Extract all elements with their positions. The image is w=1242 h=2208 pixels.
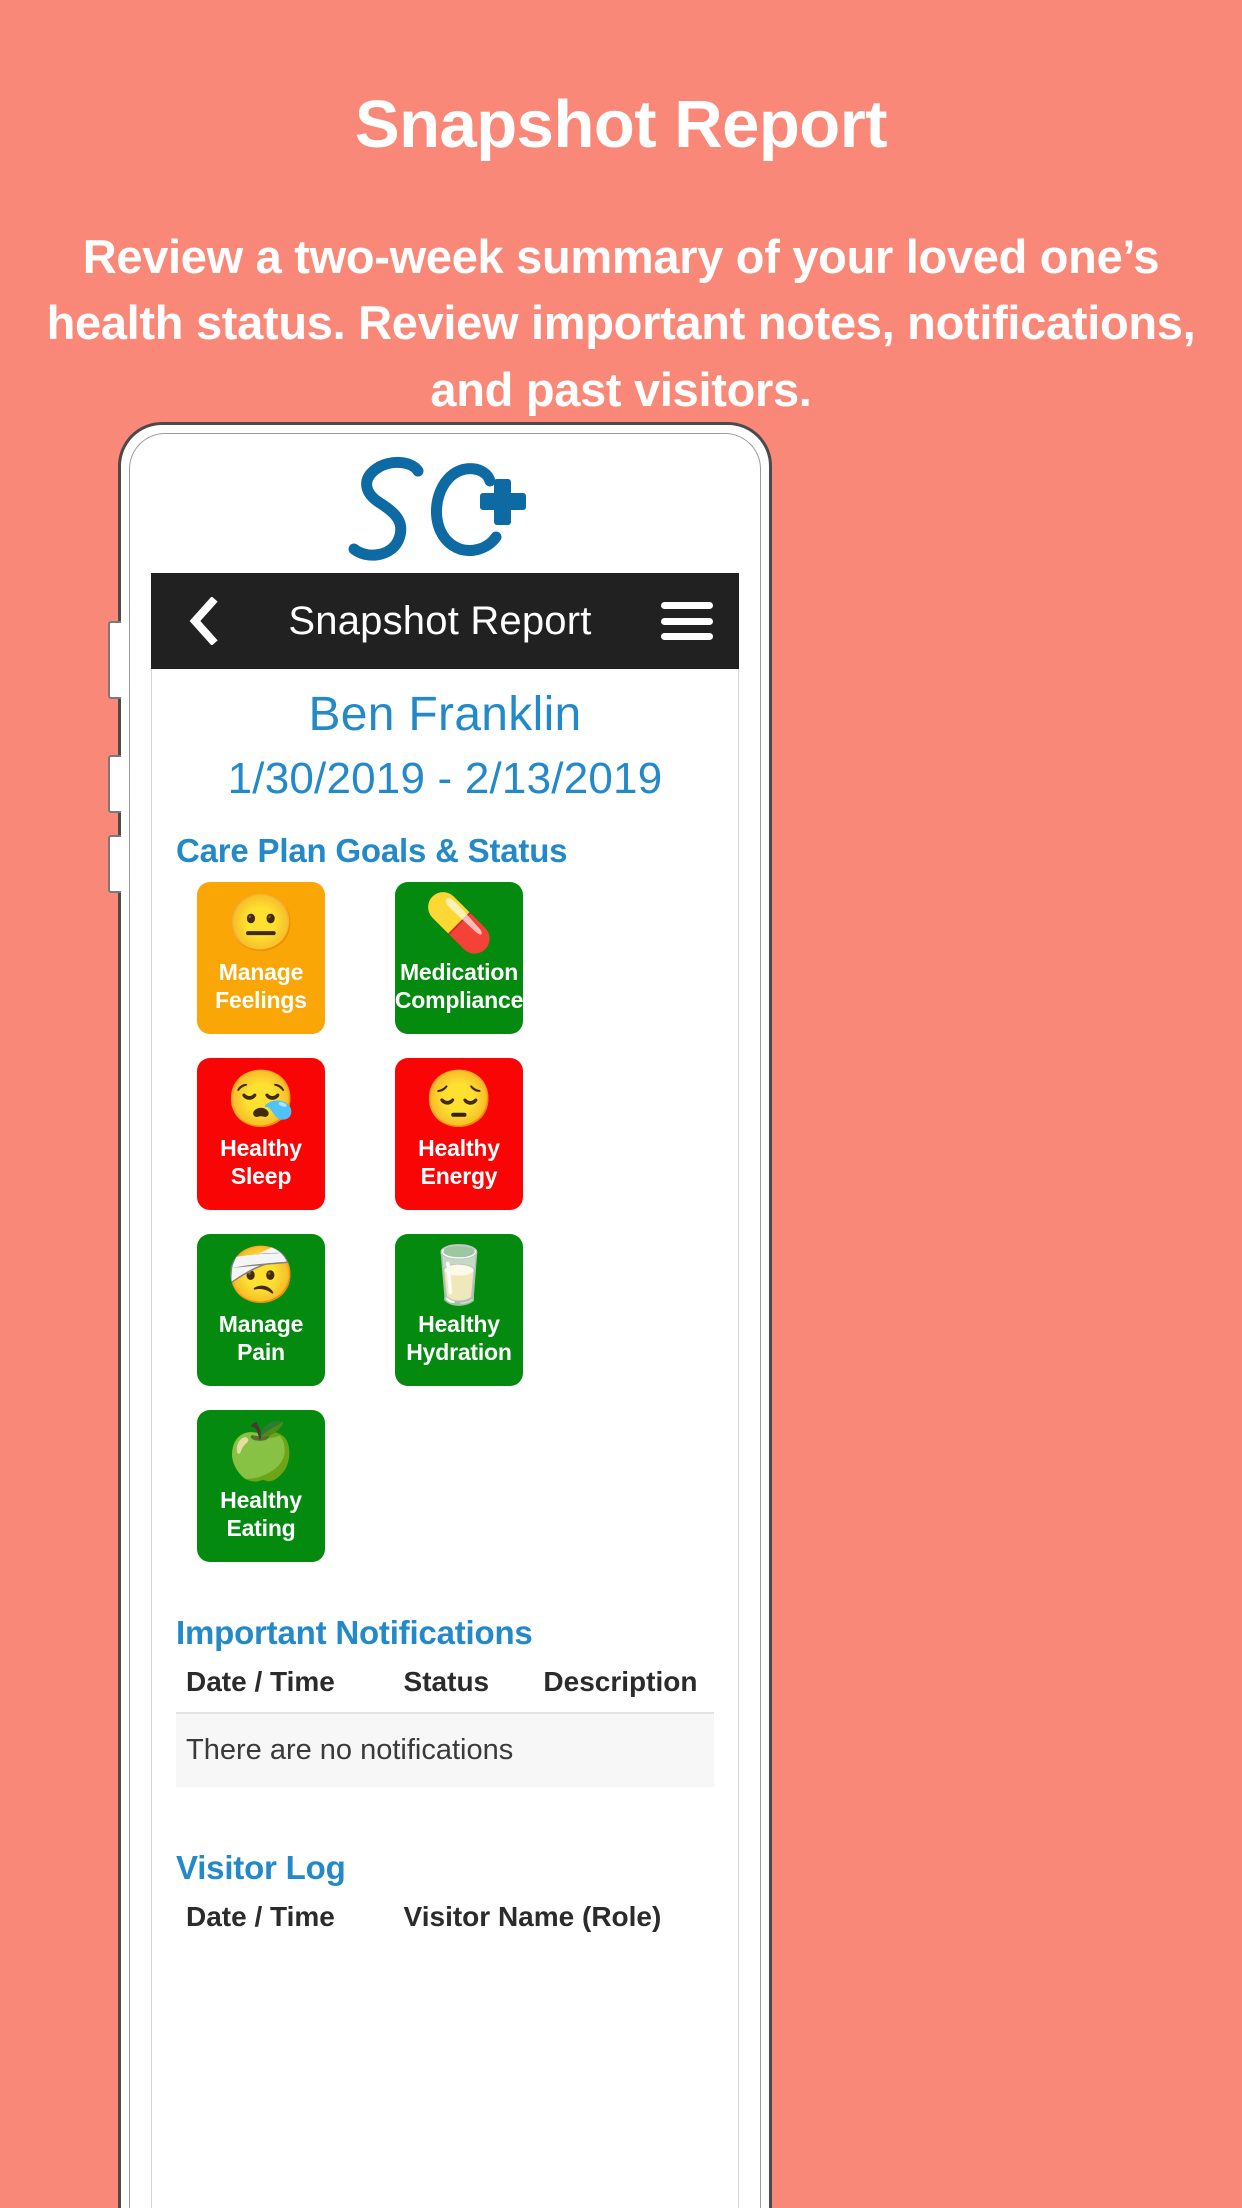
plus-icon — [480, 479, 526, 525]
phone-volume-up-button[interactable] — [108, 621, 121, 699]
goal-tile-label: Manage Pain — [218, 1311, 304, 1366]
hamburger-menu-icon[interactable] — [661, 598, 713, 644]
visitor-log-table-header: Date / Time Visitor Name (Role) — [176, 1895, 714, 1947]
promo-subtitle: Review a two-week summary of your loved … — [46, 229, 1196, 417]
goal-tile-slot: 🤕 Manage Pain — [162, 1234, 360, 1386]
promo-header: Snapshot Report Review a two-week summar… — [0, 0, 1242, 424]
goal-tile[interactable]: 😪 Healthy Sleep — [197, 1058, 325, 1210]
promo-title: Snapshot Report — [354, 87, 888, 162]
column-header-status: Status — [403, 1666, 490, 1697]
notifications-table: Date / Time Status Description There are… — [176, 1660, 714, 1787]
phone-mockup: Snapshot Report Ben Franklin 1/30/2019 -… — [108, 422, 772, 2208]
app-content: Ben Franklin 1/30/2019 - 2/13/2019 Care … — [151, 669, 739, 2208]
goal-tile[interactable]: 💊 Medication Compliance — [395, 882, 523, 1034]
visitor-log-heading: Visitor Log — [176, 1849, 346, 1886]
goal-tile-label: Healthy Energy — [418, 1135, 500, 1190]
goal-tile[interactable]: 😐 Manage Feelings — [197, 882, 325, 1034]
goal-tile-label: Healthy Hydration — [406, 1311, 512, 1366]
green-apple-icon: 🍏 — [226, 1419, 296, 1482]
goal-tile-slot: 😪 Healthy Sleep — [162, 1058, 360, 1210]
notifications-empty-row: There are no notifications — [176, 1712, 714, 1787]
goal-tile-label: Manage Feelings — [215, 959, 307, 1014]
column-header-date-time: Date / Time — [186, 1666, 335, 1697]
goal-tile-slot: 🍏 Healthy Eating — [162, 1410, 360, 1562]
hamburger-bar-3 — [661, 633, 713, 640]
goal-tile[interactable]: 😔 Healthy Energy — [395, 1058, 523, 1210]
phone-volume-down-button[interactable] — [108, 755, 121, 813]
hamburger-bar-2 — [661, 617, 713, 625]
goal-tile[interactable]: 🤕 Manage Pain — [197, 1234, 325, 1386]
patient-name: Ben Franklin — [308, 688, 582, 741]
sc-plus-logo-icon — [348, 457, 526, 561]
hamburger-bar-1 — [661, 602, 713, 609]
column-header-visit-date-time: Date / Time — [186, 1901, 335, 1932]
sleepy-face-icon: 😪 — [226, 1067, 296, 1130]
goal-tile[interactable]: 🥛 Healthy Hydration — [395, 1234, 523, 1386]
goal-tile-label: Healthy Eating — [220, 1487, 302, 1542]
notifications-empty-message: There are no notifications — [186, 1734, 514, 1766]
pill-icon: 💊 — [424, 891, 494, 954]
app-logo — [121, 447, 769, 571]
goal-tile-label: Medication Compliance — [394, 959, 524, 1014]
goal-tile-slot: 💊 Medication Compliance — [360, 882, 558, 1034]
care-plan-heading: Care Plan Goals & Status — [176, 832, 568, 869]
chevron-left-icon — [189, 597, 218, 645]
column-header-description: Description — [543, 1666, 698, 1697]
neutral-face-icon: 😐 — [226, 891, 296, 954]
notifications-table-header: Date / Time Status Description — [176, 1660, 714, 1712]
tired-face-icon: 😔 — [424, 1067, 494, 1130]
bandaged-face-icon: 🤕 — [226, 1243, 296, 1306]
goal-tile-slot: 🥛 Healthy Hydration — [360, 1234, 558, 1386]
column-header-visitor-name: Visitor Name (Role) — [403, 1901, 662, 1932]
goal-tile-slot: 😐 Manage Feelings — [162, 882, 360, 1034]
visitor-log-table: Date / Time Visitor Name (Role) — [176, 1895, 714, 1947]
care-plan-goal-grid: 😐 Manage Feelings 💊 Medication Compliance 😪 H… — [162, 870, 738, 1586]
phone-silent-switch[interactable] — [108, 835, 121, 893]
goal-tile-slot: 😔 Healthy Energy — [360, 1058, 558, 1210]
navbar-title: Snapshot Report — [288, 598, 592, 643]
app-navbar: Snapshot Report — [151, 573, 739, 669]
water-glass-icon: 🥛 — [424, 1243, 494, 1306]
goal-tile[interactable]: 🍏 Healthy Eating — [197, 1410, 325, 1562]
notifications-heading: Important Notifications — [176, 1614, 533, 1651]
report-date-range: 1/30/2019 - 2/13/2019 — [227, 754, 663, 803]
goal-tile-label: Healthy Sleep — [220, 1135, 302, 1190]
